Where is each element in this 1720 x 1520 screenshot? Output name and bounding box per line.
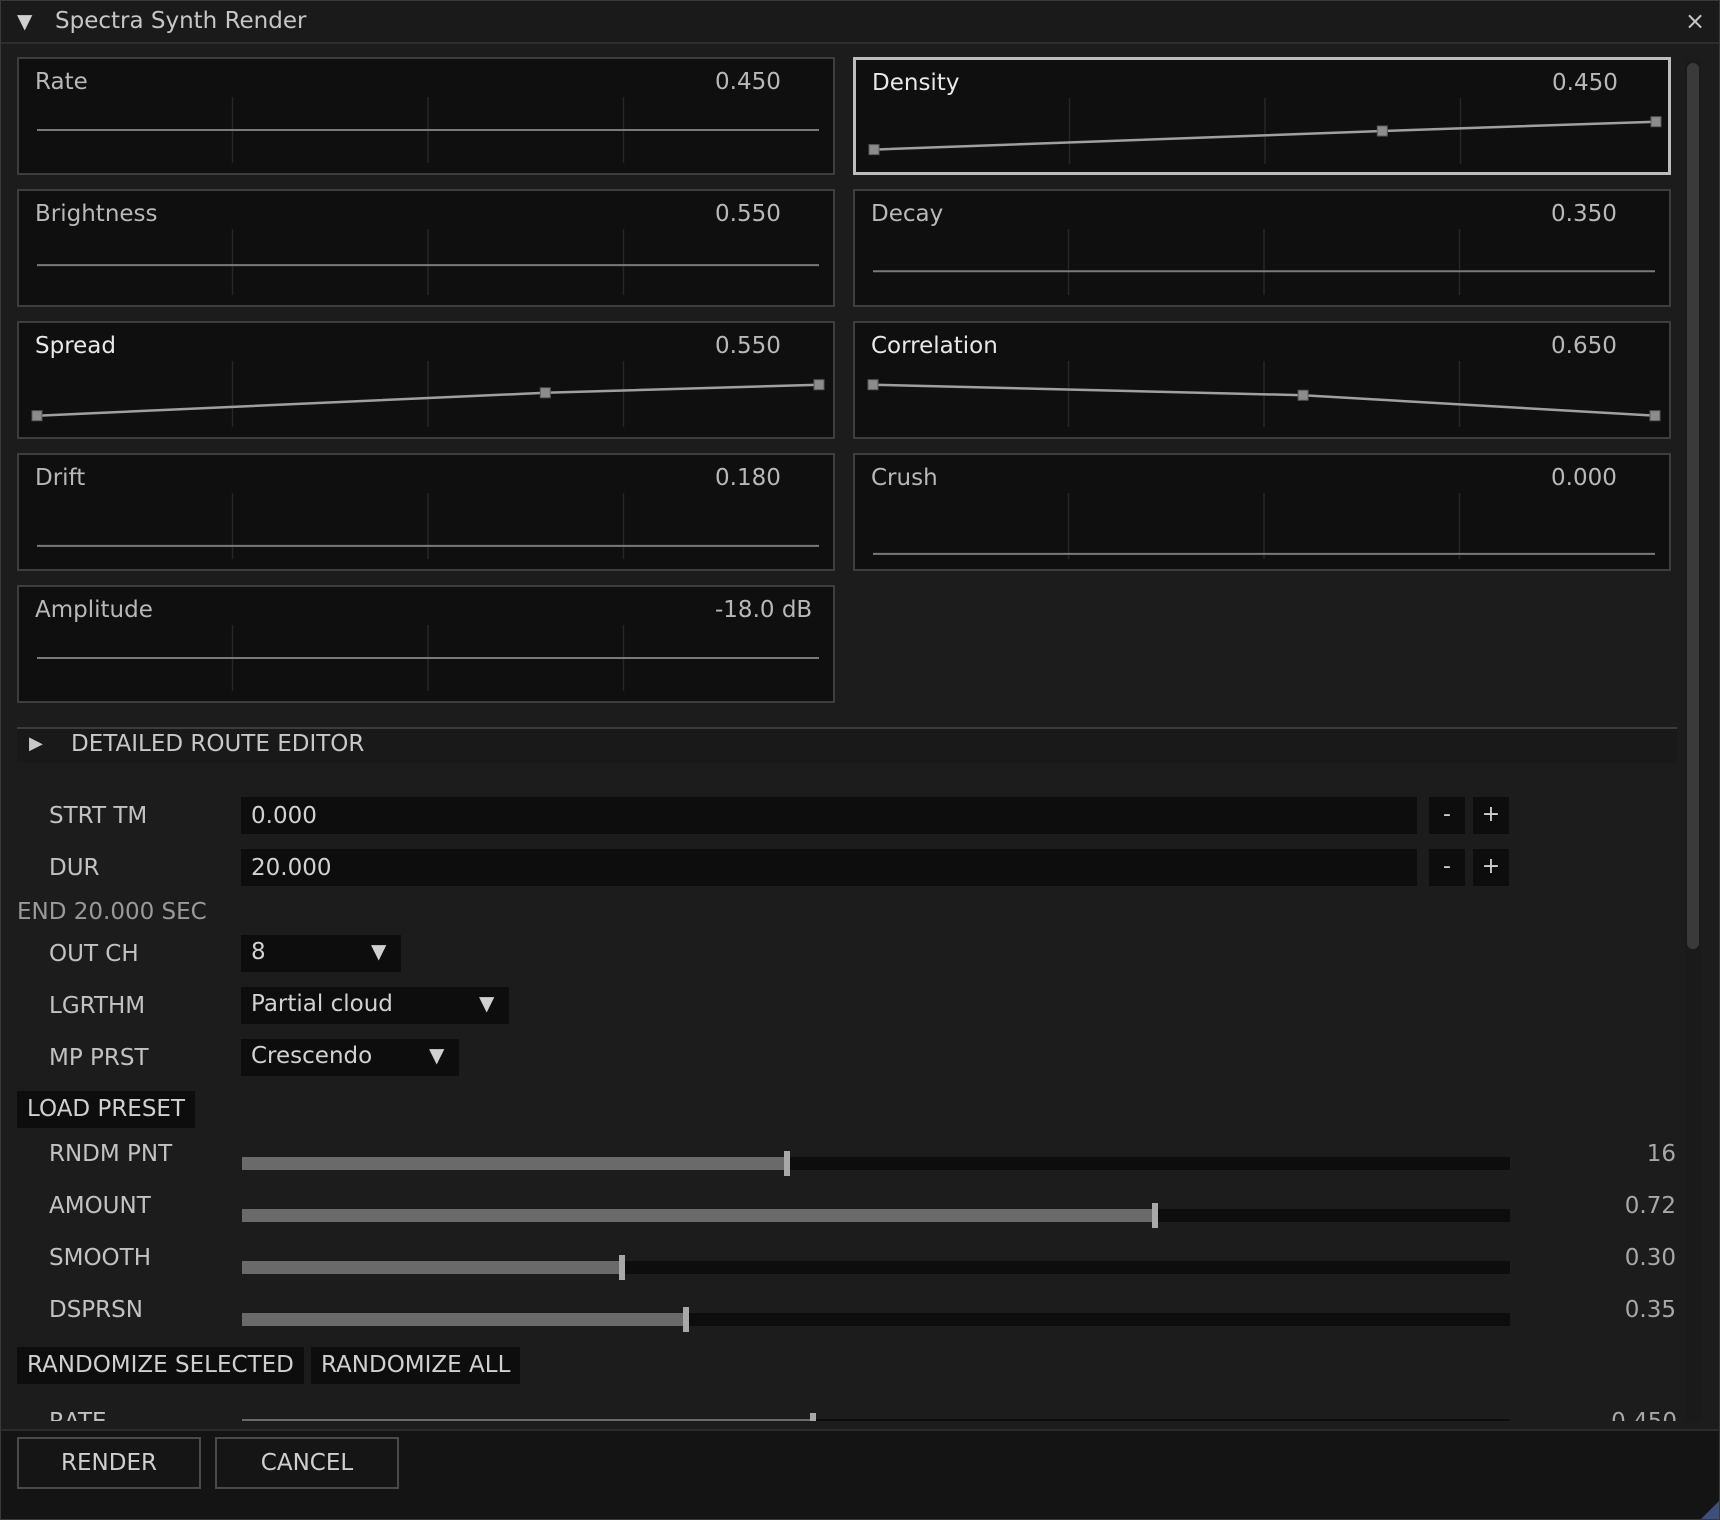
window-title: Spectra Synth Render	[55, 8, 307, 34]
cancel-button[interactable]: CANCEL	[215, 1437, 399, 1489]
envelope-breakpoint[interactable]	[31, 410, 43, 422]
envelope-graph[interactable]	[855, 455, 1673, 573]
randomize-all-button[interactable]: RANDOMIZE ALL	[311, 1347, 521, 1384]
envelope-breakpoint[interactable]	[1297, 389, 1309, 401]
slider-label: RATE	[49, 1409, 107, 1421]
slider-label: SMOOTH	[49, 1245, 151, 1271]
envelope-panel-crush[interactable]: Crush 0.000	[853, 453, 1671, 571]
start-time-decrement-button[interactable]: -	[1429, 797, 1465, 834]
envelope-breakpoint[interactable]	[1650, 116, 1662, 128]
envelope-breakpoint[interactable]	[813, 379, 825, 391]
slider-smooth[interactable]	[242, 1255, 1510, 1280]
slider-fill	[242, 1419, 813, 1421]
envelope-graph[interactable]	[855, 323, 1673, 441]
chevron-down-icon: ▼	[429, 1043, 445, 1067]
map-preset-dropdown[interactable]: Crescendo ▼	[241, 1039, 459, 1076]
slider-fill	[242, 1209, 1155, 1222]
start-time-label: STRT TM	[49, 803, 148, 829]
render-button[interactable]: RENDER	[17, 1437, 201, 1489]
envelope-panel-brightness[interactable]: Brightness 0.550	[17, 189, 835, 307]
envelope-panel-rate[interactable]: Rate 0.450	[17, 57, 835, 175]
slider-value: 0.450	[1611, 1409, 1677, 1421]
envelope-graph[interactable]	[19, 455, 837, 573]
load-preset-button[interactable]: LOAD PRESET	[17, 1091, 196, 1128]
resize-grip-icon[interactable]	[1701, 1501, 1719, 1519]
envelope-graph[interactable]	[856, 60, 1674, 178]
envelope-breakpoint[interactable]	[539, 387, 551, 399]
render-dialog: ▼ Spectra Synth Render × Rate 0.450 Densit…	[0, 0, 1720, 1520]
slider-thumb[interactable]	[1151, 1203, 1158, 1228]
envelope-breakpoint[interactable]	[868, 144, 880, 156]
envelope-breakpoint[interactable]	[1376, 125, 1388, 137]
start-time-increment-button[interactable]: +	[1473, 797, 1509, 834]
slider-fill	[242, 1261, 623, 1274]
duration-input[interactable]	[241, 849, 1417, 886]
out-channels-dropdown[interactable]: 8 ▼	[241, 935, 401, 972]
slider-fill	[242, 1157, 788, 1170]
duration-decrement-button[interactable]: -	[1429, 849, 1465, 886]
rate-slider[interactable]	[242, 1413, 1510, 1421]
slider-label: RNDM PNT	[49, 1141, 173, 1167]
algorithm-dropdown[interactable]: Partial cloud ▼	[241, 987, 509, 1024]
out-channels-label: OUT CH	[49, 941, 139, 967]
clipped-slider-row: RATE 0.450	[17, 1405, 1677, 1421]
duration-label: DUR	[49, 855, 100, 881]
collapse-icon[interactable]: ▼	[17, 9, 32, 33]
envelope-breakpoint[interactable]	[1649, 410, 1661, 422]
slider-thumb[interactable]	[809, 1413, 816, 1421]
envelope-breakpoint[interactable]	[867, 379, 879, 391]
envelope-panel-decay[interactable]: Decay 0.350	[853, 189, 1671, 307]
slider-value: 16	[1646, 1141, 1676, 1167]
algorithm-label: LGRTHM	[49, 993, 146, 1019]
envelope-graph[interactable]	[855, 191, 1673, 309]
algorithm-value: Partial cloud	[251, 991, 393, 1017]
slider-value: 0.30	[1624, 1245, 1676, 1271]
slider-value: 0.72	[1624, 1193, 1676, 1219]
envelope-graph[interactable]	[19, 587, 837, 705]
slider-value: 0.35	[1624, 1297, 1676, 1323]
route-editor-label: DETAILED ROUTE EDITOR	[71, 731, 365, 757]
slider-rndm-pnt[interactable]	[242, 1151, 1510, 1176]
scrollbar-thumb[interactable]	[1687, 63, 1699, 949]
chevron-down-icon: ▼	[371, 939, 387, 963]
end-time-readout: END 20.000 SEC	[17, 899, 207, 925]
start-time-input[interactable]	[241, 797, 1417, 834]
envelope-graph[interactable]	[19, 59, 837, 177]
map-preset-label: MP PRST	[49, 1045, 149, 1071]
envelope-panel-amplitude[interactable]: Amplitude -18.0 dB	[17, 585, 835, 703]
slider-thumb[interactable]	[682, 1307, 689, 1332]
expand-arrow-icon: ▶	[29, 733, 43, 754]
slider-fill	[242, 1313, 686, 1326]
randomize-selected-button[interactable]: RANDOMIZE SELECTED	[17, 1347, 304, 1384]
slider-dsprsn[interactable]	[242, 1307, 1510, 1332]
envelope-graph[interactable]	[19, 323, 837, 441]
slider-label: AMOUNT	[49, 1193, 151, 1219]
envelope-panel-density[interactable]: Density 0.450	[853, 57, 1671, 175]
envelope-panel-correlation[interactable]: Correlation 0.650	[853, 321, 1671, 439]
envelope-graph[interactable]	[19, 191, 837, 309]
duration-increment-button[interactable]: +	[1473, 849, 1509, 886]
slider-thumb[interactable]	[619, 1255, 626, 1280]
slider-label: DSPRSN	[49, 1297, 143, 1323]
title-bar: ▼ Spectra Synth Render ×	[1, 1, 1719, 44]
envelope-panel-drift[interactable]: Drift 0.180	[17, 453, 835, 571]
slider-amount[interactable]	[242, 1203, 1510, 1228]
slider-thumb[interactable]	[784, 1151, 791, 1176]
out-channels-value: 8	[251, 939, 266, 965]
route-editor-header[interactable]: ▶ DETAILED ROUTE EDITOR	[17, 729, 1677, 763]
chevron-down-icon: ▼	[479, 991, 495, 1015]
close-icon[interactable]: ×	[1685, 7, 1705, 35]
map-preset-value: Crescendo	[251, 1043, 373, 1069]
envelope-panel-spread[interactable]: Spread 0.550	[17, 321, 835, 439]
